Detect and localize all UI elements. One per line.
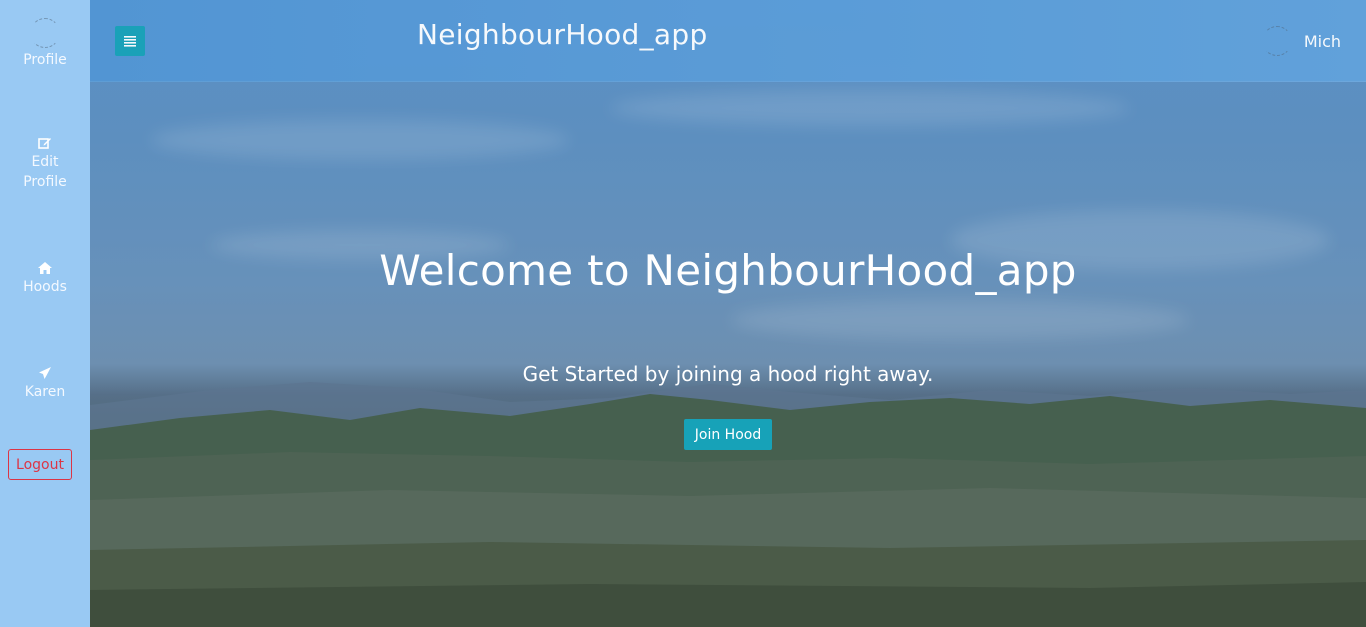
user-avatar[interactable]: [1261, 26, 1292, 56]
sidebar-item-label: Karen: [24, 384, 66, 400]
hero-title: Welcome to NeighbourHood_app: [379, 246, 1077, 295]
sidebar-item-label: Hoods: [23, 279, 67, 295]
edit-icon: [38, 138, 51, 149]
hero-background: [90, 0, 1366, 627]
sidebar-item-hoods[interactable]: Hoods: [0, 261, 90, 297]
profile-avatar: [30, 18, 60, 48]
menu-toggle-button[interactable]: [115, 26, 145, 56]
user-name[interactable]: Mich: [1304, 32, 1341, 51]
top-navbar: NeighbourHood_app Mich: [90, 0, 1366, 82]
sidebar: Profile Edit Profile Hoods Karen Logout: [0, 0, 90, 627]
sidebar-item-karen[interactable]: Karen: [0, 366, 90, 402]
paper-plane-icon: [39, 367, 51, 379]
logout-button[interactable]: Logout: [8, 449, 72, 480]
brand-title[interactable]: NeighbourHood_app: [417, 18, 708, 51]
home-icon: [38, 262, 52, 274]
sidebar-item-label: Edit: [31, 154, 59, 170]
sidebar-item-profile[interactable]: Profile: [0, 18, 90, 70]
landscape-image: [90, 382, 1366, 627]
sidebar-item-label: Profile: [23, 52, 67, 68]
sidebar-item-label: Profile: [23, 174, 67, 190]
user-menu[interactable]: Mich: [1261, 26, 1341, 56]
menu-icon: [124, 36, 136, 47]
hero-subtitle: Get Started by joining a hood right away…: [522, 362, 934, 386]
join-hood-button[interactable]: Join Hood: [684, 419, 772, 450]
sidebar-item-edit-profile[interactable]: Edit Profile: [0, 136, 90, 192]
